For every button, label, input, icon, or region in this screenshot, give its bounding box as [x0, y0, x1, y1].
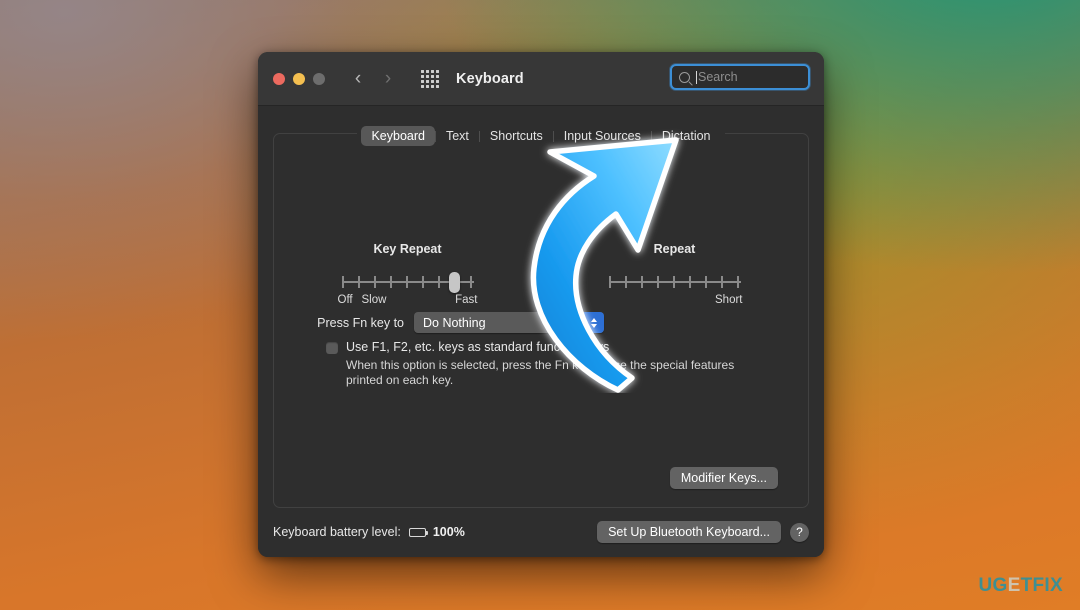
modifier-keys-button[interactable]: Modifier Keys... [669, 467, 778, 489]
press-fn-key-value: Do Nothing [423, 315, 486, 330]
window-footer: Keyboard battery level: 100% Set Up Blue… [273, 519, 809, 545]
press-fn-key-label: Press Fn key to [317, 315, 404, 330]
desktop-wallpaper: ‹ › Keyboard Search Key Repeat Off Slow … [0, 0, 1080, 610]
chevron-updown-icon [584, 312, 604, 333]
delay-label-short: Short [715, 294, 743, 306]
key-repeat-labels: Off Slow Fast [338, 294, 478, 310]
help-button[interactable]: ? [790, 522, 809, 542]
text-cursor [696, 70, 697, 84]
settings-group-box: Key Repeat Off Slow Fast Repeat Short Pr… [273, 133, 809, 508]
key-repeat-label-off: Off [337, 294, 353, 306]
delay-until-repeat-slider[interactable] [608, 275, 741, 289]
search-field[interactable]: Search [670, 64, 810, 90]
page-title: Keyboard [456, 70, 524, 87]
delay-until-repeat-slider-group: Repeat Short [541, 242, 808, 310]
key-repeat-title: Key Repeat [373, 242, 442, 256]
watermark-part-3: TFIX [1020, 575, 1063, 596]
set-up-bluetooth-keyboard-button[interactable]: Set Up Bluetooth Keyboard... [597, 521, 781, 543]
function-keys-option: Use F1, F2, etc. keys as standard functi… [326, 340, 768, 388]
close-button[interactable] [273, 72, 285, 85]
tab-input-sources[interactable]: Input Sources [554, 126, 651, 146]
search-icon [679, 71, 690, 83]
battery-level-label: Keyboard battery level: [273, 525, 401, 539]
search-placeholder: Search [698, 70, 738, 84]
battery-full-icon [408, 527, 428, 537]
function-keys-checkbox[interactable] [326, 341, 338, 354]
watermark-part-2: E [1007, 575, 1021, 596]
tab-bar: Keyboard Text Shortcuts Input Sources Di… [258, 126, 824, 146]
delay-until-repeat-labels: Short [609, 294, 743, 310]
system-preferences-window: ‹ › Keyboard Search Key Repeat Off Slow … [258, 52, 824, 557]
back-button[interactable]: ‹ [347, 66, 369, 92]
key-repeat-slider-group: Key Repeat Off Slow Fast [274, 242, 541, 310]
sliders-row: Key Repeat Off Slow Fast Repeat Short [274, 242, 808, 310]
tab-dictation[interactable]: Dictation [652, 126, 721, 146]
minimize-button[interactable] [293, 72, 305, 85]
ugetfix-watermark: UG E TFIX [979, 575, 1063, 597]
key-repeat-slider[interactable] [341, 272, 474, 293]
forward-button[interactable]: › [377, 66, 399, 92]
function-keys-description: When this option is selected, press the … [346, 358, 735, 387]
key-repeat-slider-knob[interactable] [448, 272, 460, 293]
function-keys-checkbox-row[interactable]: Use F1, F2, etc. keys as standard functi… [326, 340, 768, 354]
press-fn-key-dropdown[interactable]: Do Nothing [414, 312, 604, 333]
function-keys-label: Use F1, F2, etc. keys as standard functi… [346, 340, 610, 354]
traffic-lights [273, 72, 325, 85]
window-titlebar: ‹ › Keyboard Search [258, 52, 824, 106]
grid-view-icon[interactable] [421, 69, 439, 88]
watermark-part-1: UG [978, 575, 1008, 596]
window-content: Key Repeat Off Slow Fast Repeat Short Pr… [258, 106, 824, 557]
key-repeat-label-slow: Slow [361, 294, 387, 306]
tab-shortcuts[interactable]: Shortcuts [480, 126, 553, 146]
tab-keyboard[interactable]: Keyboard [361, 126, 435, 146]
tab-text[interactable]: Text [436, 126, 479, 146]
battery-percent: 100% [432, 525, 465, 539]
key-repeat-label-fast: Fast [455, 294, 478, 306]
press-fn-key-row: Press Fn key to Do Nothing [274, 312, 808, 333]
delay-until-repeat-title: Repeat [653, 242, 696, 256]
zoom-button[interactable] [313, 72, 325, 85]
